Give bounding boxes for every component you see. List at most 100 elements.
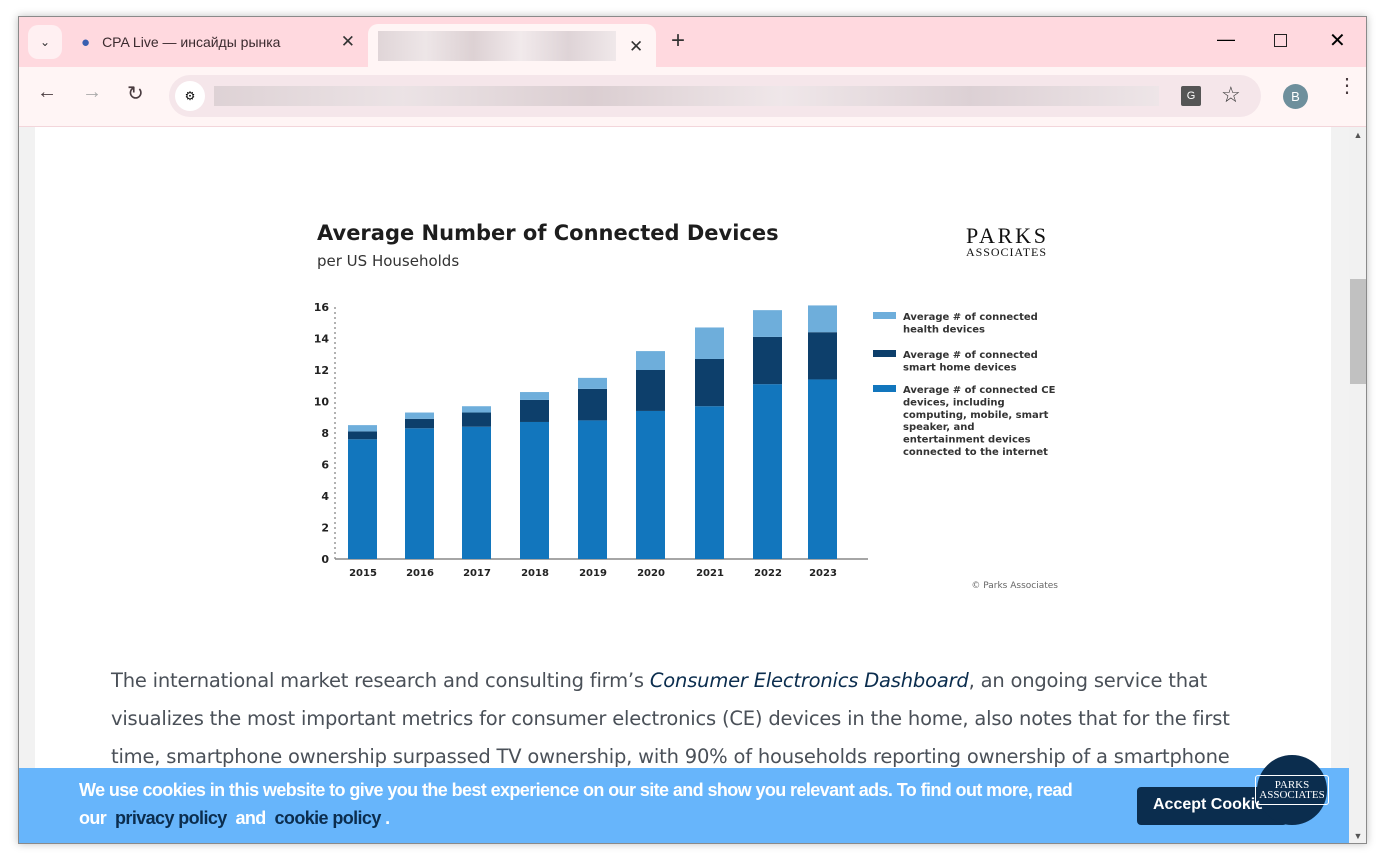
scroll-up-icon[interactable]: ▲	[1349, 130, 1366, 140]
legend-label: smart home devices	[903, 362, 1017, 373]
page-viewport: Average Number of Connected Devices per U…	[19, 127, 1349, 843]
bar-segment	[695, 358, 724, 407]
bar-segment	[636, 410, 665, 559]
tab-cpa-live[interactable]: ● CPA Live — инсайды рынка ✕	[73, 25, 363, 59]
legend-label: devices, including	[903, 397, 1005, 408]
legend-label: computing, mobile, smart	[903, 410, 1049, 421]
tab-active[interactable]: ✕	[368, 24, 656, 68]
bookmark-star-icon[interactable]: ☆	[1221, 82, 1241, 108]
y-tick-label: 16	[314, 301, 330, 314]
y-tick-label: 4	[321, 490, 329, 503]
bar-segment	[348, 431, 377, 440]
close-window-icon[interactable]: ✕	[1329, 28, 1346, 53]
legend-swatch	[873, 350, 896, 357]
x-tick-label: 2023	[809, 568, 837, 579]
paragraph-line-2: visualizes the most important metrics fo…	[111, 707, 1230, 730]
text: .	[385, 808, 390, 828]
bar-segment	[578, 420, 607, 559]
bar-segment	[520, 421, 549, 559]
text: and	[235, 808, 267, 828]
tab-search-button[interactable]: ⌄	[28, 25, 62, 59]
y-tick-label: 6	[321, 459, 329, 472]
bar-segment	[695, 327, 724, 359]
legend-swatch	[873, 312, 896, 319]
bar-segment	[462, 412, 491, 427]
bar-segment	[808, 332, 837, 380]
tab-bar: ⌄ ● CPA Live — инсайды рынка ✕ ✕ + — ✕	[19, 17, 1366, 68]
paragraph-line-3: time, smartphone ownership surpassed TV …	[111, 745, 1230, 768]
site-settings-icon[interactable]: ⚙	[175, 81, 205, 111]
y-tick-label: 0	[321, 553, 329, 566]
x-tick-label: 2016	[406, 568, 434, 579]
bar-segment	[520, 399, 549, 422]
scroll-down-icon[interactable]: ▼	[1349, 831, 1366, 841]
bar-segment	[578, 377, 607, 389]
cookie-policy-link[interactable]: cookie policy	[275, 808, 382, 828]
chat-widget-button[interactable]: PARKS ASSOCIATES	[1255, 755, 1329, 825]
legend-label: entertainment devices	[903, 435, 1031, 446]
text: The international market research and co…	[111, 669, 650, 692]
parks-logo-sub: ASSOCIATES	[966, 245, 1046, 259]
bar-segment	[405, 412, 434, 419]
bar-segment	[405, 418, 434, 429]
privacy-policy-link[interactable]: privacy policy	[115, 808, 227, 828]
text: our	[79, 808, 107, 828]
new-tab-button[interactable]: +	[671, 27, 685, 55]
bar-segment	[462, 406, 491, 413]
x-tick-label: 2020	[637, 568, 665, 579]
translate-icon[interactable]: G	[1181, 86, 1201, 106]
parks-chat-logo: PARKS ASSOCIATES	[1255, 775, 1329, 805]
cookie-text: We use cookies in this website to give y…	[79, 780, 1073, 800]
browser-window: ⌄ ● CPA Live — инсайды рынка ✕ ✕ + — ✕ ←…	[18, 16, 1367, 844]
article-column: Average Number of Connected Devices per U…	[35, 127, 1331, 843]
bar-segment	[753, 384, 782, 559]
x-tick-label: 2017	[463, 568, 491, 579]
bar-segment	[348, 439, 377, 559]
cookie-links: our privacy policy and cookie policy .	[79, 808, 390, 829]
forward-icon[interactable]: →	[82, 81, 102, 104]
legend-label: connected to the internet	[903, 447, 1048, 458]
maximize-icon[interactable]	[1274, 34, 1287, 47]
raccoon-favicon-icon: ●	[81, 33, 91, 51]
minimize-icon[interactable]: —	[1217, 29, 1235, 50]
x-tick-label: 2015	[349, 568, 377, 579]
reload-icon[interactable]: ↻	[127, 81, 144, 106]
x-tick-label: 2019	[579, 568, 607, 579]
bar-segment	[636, 351, 665, 370]
bar-segment	[578, 388, 607, 421]
bar-segment	[462, 426, 491, 559]
chart: Average Number of Connected Devices per U…	[314, 221, 1059, 591]
close-tab-icon[interactable]: ✕	[629, 37, 643, 57]
bar-segment	[348, 425, 377, 432]
x-tick-label: 2021	[696, 568, 724, 579]
bar-segment	[753, 336, 782, 385]
legend-label: Average # of connected	[903, 312, 1038, 323]
bar-segment	[808, 305, 837, 333]
scrollbar-thumb[interactable]	[1350, 279, 1366, 384]
y-tick-label: 14	[314, 333, 330, 346]
close-tab-icon[interactable]: ✕	[341, 32, 355, 52]
back-icon[interactable]: ←	[37, 81, 57, 104]
toolbar: ← → ↻ ⚙ G ☆ B ⋮	[19, 67, 1366, 127]
paragraph-line-1: The international market research and co…	[111, 669, 1271, 692]
bar-segment	[808, 379, 837, 559]
bar-segment	[636, 370, 665, 411]
scrollbar[interactable]: ▲ ▼	[1349, 127, 1366, 843]
chart-title: Average Number of Connected Devices	[317, 221, 779, 245]
menu-kebab-icon[interactable]: ⋮	[1337, 76, 1357, 96]
bar-segment	[405, 428, 434, 559]
legend-label: health devices	[903, 324, 985, 335]
dashboard-link[interactable]: Consumer Electronics Dashboard	[650, 669, 969, 692]
chart-subtitle: per US Households	[317, 252, 459, 270]
address-bar[interactable]: ⚙ G ☆	[169, 75, 1261, 117]
blurred-tab-title	[378, 31, 616, 61]
profile-avatar[interactable]: B	[1283, 84, 1308, 109]
y-tick-label: 2	[321, 522, 329, 535]
legend-label: Average # of connected CE	[903, 385, 1056, 396]
blurred-url	[214, 86, 1159, 106]
bar-segment	[520, 392, 549, 400]
legend-label: speaker, and	[903, 422, 975, 433]
bar-segment	[753, 310, 782, 337]
x-tick-label: 2022	[754, 568, 782, 579]
bar-segment	[695, 406, 724, 559]
